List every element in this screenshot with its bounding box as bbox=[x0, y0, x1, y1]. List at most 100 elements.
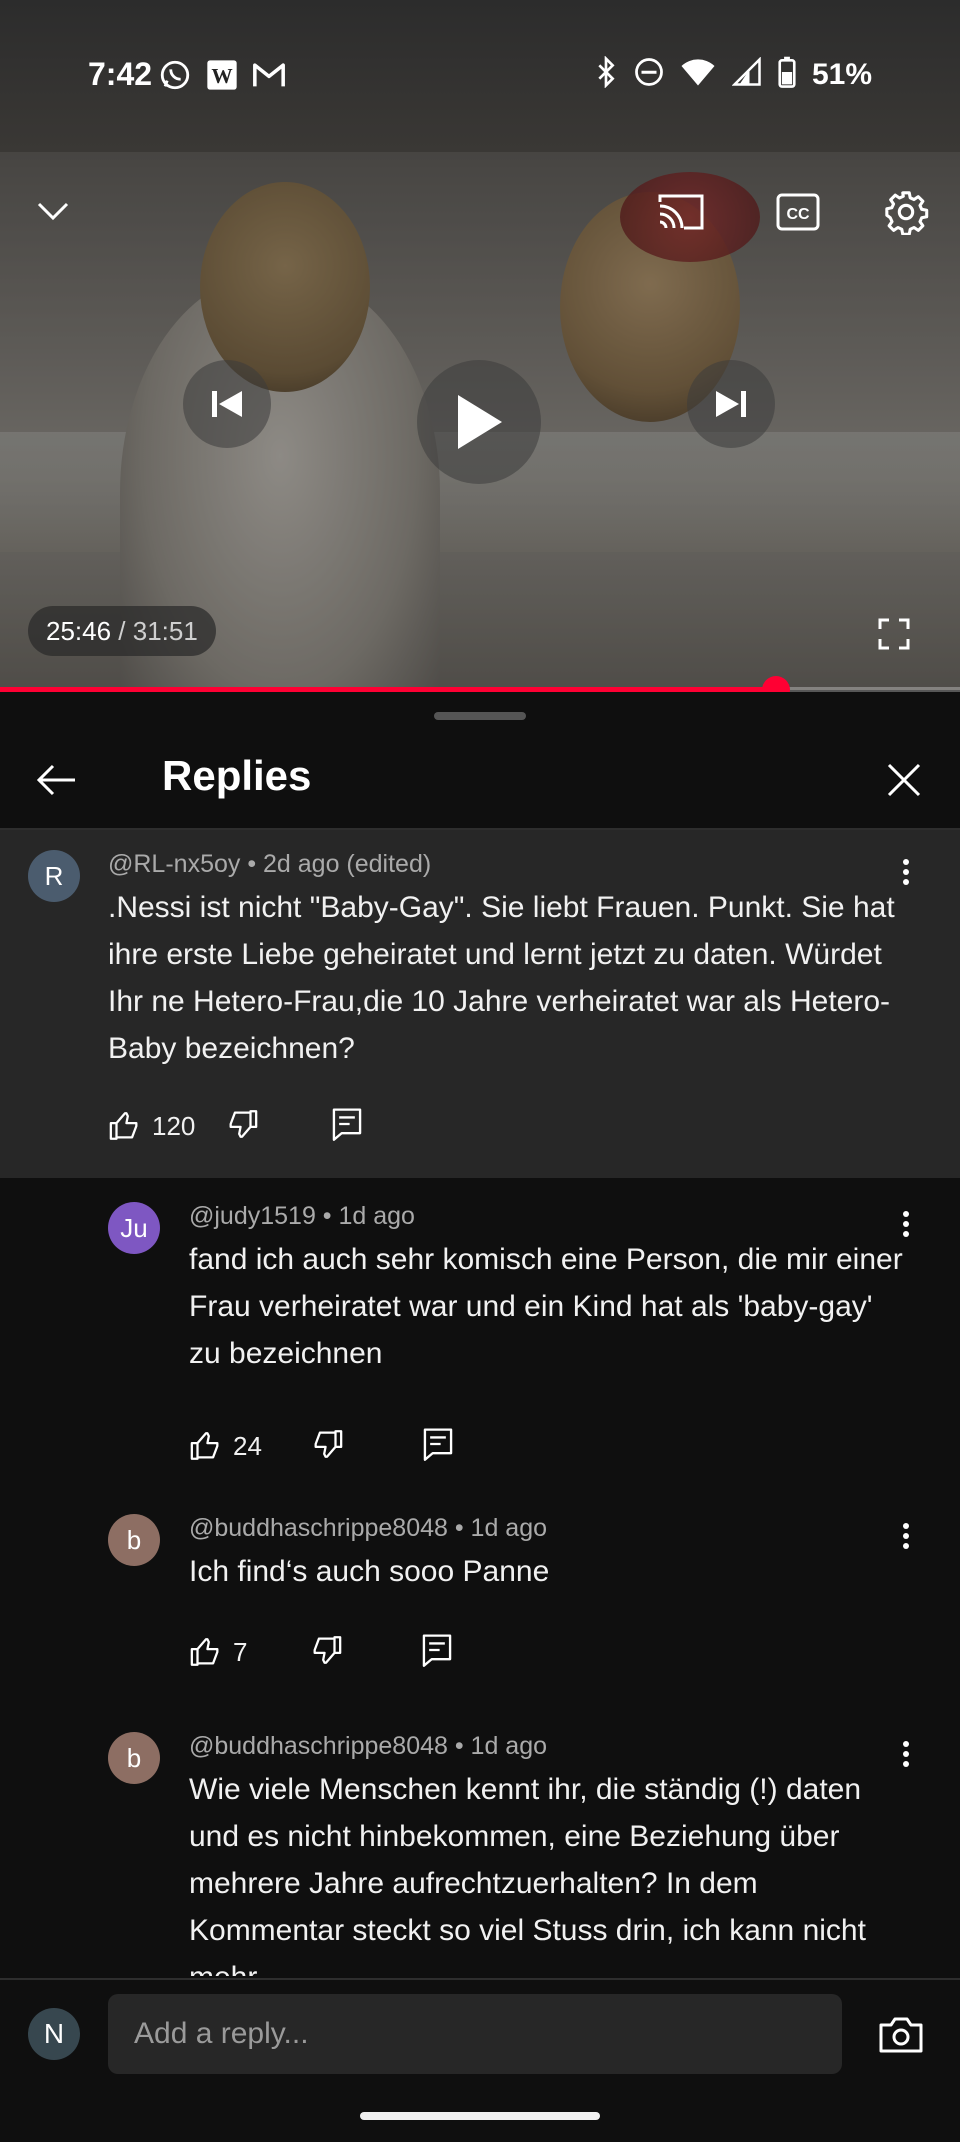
comment-text: Wie viele Menschen kennt ihr, die ständi… bbox=[189, 1773, 866, 1976]
like-button[interactable]: 24 bbox=[189, 1429, 262, 1463]
more-vert-icon bbox=[903, 1741, 909, 1767]
battery-percent: 51% bbox=[811, 57, 872, 91]
skip-next-icon bbox=[716, 391, 746, 417]
do-not-disturb-icon bbox=[634, 57, 664, 92]
avatar[interactable]: b bbox=[108, 1514, 160, 1566]
avatar-letter: b bbox=[126, 1742, 142, 1773]
close-icon bbox=[887, 763, 921, 797]
comment-menu-button[interactable] bbox=[886, 1734, 926, 1774]
previous-button[interactable] bbox=[183, 360, 271, 448]
comment-text: .Nessi ist nicht "Baby-Gay". Sie liebt F… bbox=[108, 891, 895, 1065]
comment-actions: 7 bbox=[189, 1632, 453, 1672]
closed-captions-icon: CC bbox=[776, 193, 820, 231]
svg-text:CC: CC bbox=[786, 206, 810, 223]
captions-button[interactable]: CC bbox=[774, 188, 822, 236]
close-button[interactable] bbox=[878, 754, 930, 806]
reply-button[interactable] bbox=[421, 1633, 453, 1672]
gear-icon bbox=[885, 191, 929, 235]
reply-item: Ju @judy1519 • 1d ago fand ich auch sehr… bbox=[0, 1202, 960, 1502]
battery-icon bbox=[778, 56, 796, 93]
next-button[interactable] bbox=[687, 360, 775, 448]
reply-button[interactable] bbox=[331, 1107, 363, 1146]
like-count: 120 bbox=[152, 1110, 196, 1141]
camera-button[interactable] bbox=[876, 2010, 926, 2060]
avatar-letter: R bbox=[44, 860, 64, 891]
gmail-icon bbox=[252, 60, 286, 95]
dislike-button[interactable] bbox=[310, 1427, 344, 1466]
more-vert-icon bbox=[903, 1211, 909, 1237]
duration: 31:51 bbox=[132, 615, 198, 646]
avatar-letter: b bbox=[126, 1524, 142, 1555]
replies-header: Replies bbox=[0, 730, 960, 830]
thumbs-up-icon bbox=[190, 1638, 219, 1666]
like-button[interactable]: 120 bbox=[108, 1109, 195, 1143]
reply-comment-icon bbox=[423, 1633, 452, 1667]
reply-comment-icon bbox=[423, 1427, 453, 1461]
comment-meta[interactable]: @RL-nx5oy • 2d ago (edited) bbox=[108, 850, 431, 879]
dislike-button[interactable] bbox=[309, 1633, 343, 1672]
svg-text:W: W bbox=[211, 64, 232, 88]
comment-meta[interactable]: @judy1519 • 1d ago bbox=[189, 1202, 415, 1231]
play-button[interactable] bbox=[417, 360, 541, 484]
comment-text: Ich find‘s auch sooo Panne bbox=[189, 1555, 550, 1588]
reply-input[interactable]: Add a reply... bbox=[108, 1994, 842, 2074]
more-vert-icon bbox=[903, 1523, 909, 1549]
play-icon bbox=[458, 395, 502, 449]
w-app-icon: W bbox=[206, 59, 238, 96]
cast-button[interactable] bbox=[654, 188, 708, 236]
skip-previous-icon bbox=[212, 391, 242, 417]
drag-handle[interactable] bbox=[434, 712, 526, 720]
current-time: 25:46 bbox=[46, 615, 112, 646]
status-right-icons: 51% bbox=[594, 55, 872, 93]
fullscreen-icon bbox=[878, 618, 910, 650]
status-bar: 7:42 W 51% bbox=[0, 0, 960, 152]
parent-comment: R @RL-nx5oy • 2d ago (edited) .Nessi ist… bbox=[0, 830, 960, 1178]
replies-panel: Replies R @RL-nx5oy • 2d ago (edited) .N… bbox=[0, 692, 960, 2142]
thumbs-up-icon bbox=[190, 1432, 219, 1460]
more-vert-icon bbox=[903, 859, 909, 885]
reply-item: b @buddhaschrippe8048 • 1d ago Ich find‘… bbox=[0, 1514, 960, 1714]
like-button[interactable]: 7 bbox=[189, 1635, 247, 1669]
collapse-player-button[interactable] bbox=[30, 188, 76, 234]
comment-menu-button[interactable] bbox=[886, 1204, 926, 1244]
home-indicator[interactable] bbox=[360, 2112, 600, 2120]
reply-item: b @buddhaschrippe8048 • 1d ago Wie viele… bbox=[0, 1732, 960, 1976]
video-player[interactable]: CC 25:46 / 31:51 bbox=[0, 152, 960, 690]
arrow-left-icon bbox=[36, 764, 75, 796]
avatar[interactable]: Ju bbox=[108, 1202, 160, 1254]
thumbs-up-icon bbox=[109, 1112, 138, 1140]
comment-text: fand ich auch sehr komisch eine Person, … bbox=[189, 1243, 903, 1370]
user-avatar[interactable]: N bbox=[28, 2008, 80, 2060]
comment-actions: 24 bbox=[189, 1426, 454, 1466]
replies-title: Replies bbox=[162, 752, 312, 799]
wifi-icon bbox=[680, 57, 716, 92]
thumbs-down-icon bbox=[314, 1635, 342, 1664]
dislike-button[interactable] bbox=[225, 1107, 259, 1146]
status-time: 7:42 bbox=[88, 56, 153, 92]
fullscreen-button[interactable] bbox=[874, 614, 914, 654]
comment-meta[interactable]: @buddhaschrippe8048 • 1d ago bbox=[189, 1514, 547, 1543]
back-button[interactable] bbox=[30, 754, 82, 806]
time-separator: / bbox=[111, 615, 133, 646]
avatar[interactable]: b bbox=[108, 1732, 160, 1784]
avatar-letter: N bbox=[43, 2018, 65, 2049]
chevron-down-icon bbox=[37, 202, 69, 221]
signal-icon bbox=[731, 56, 762, 92]
status-left-icons: W bbox=[158, 58, 286, 97]
settings-button[interactable] bbox=[880, 186, 932, 238]
comment-meta[interactable]: @buddhaschrippe8048 • 1d ago bbox=[189, 1732, 547, 1761]
cast-icon bbox=[658, 194, 704, 230]
like-count: 7 bbox=[233, 1636, 248, 1667]
bluetooth-icon bbox=[594, 55, 618, 93]
reply-button[interactable] bbox=[422, 1427, 454, 1466]
thumbs-down-icon bbox=[314, 1429, 343, 1458]
playback-time: 25:46 / 31:51 bbox=[28, 606, 216, 656]
avatar-letter: Ju bbox=[120, 1212, 148, 1243]
comment-actions: 120 bbox=[108, 1106, 363, 1146]
comment-menu-button[interactable] bbox=[886, 1516, 926, 1556]
thumbs-down-icon bbox=[229, 1109, 258, 1138]
comment-menu-button[interactable] bbox=[886, 852, 926, 892]
whatsapp-icon bbox=[158, 58, 192, 97]
camera-icon bbox=[879, 2017, 923, 2053]
avatar[interactable]: R bbox=[28, 850, 80, 902]
